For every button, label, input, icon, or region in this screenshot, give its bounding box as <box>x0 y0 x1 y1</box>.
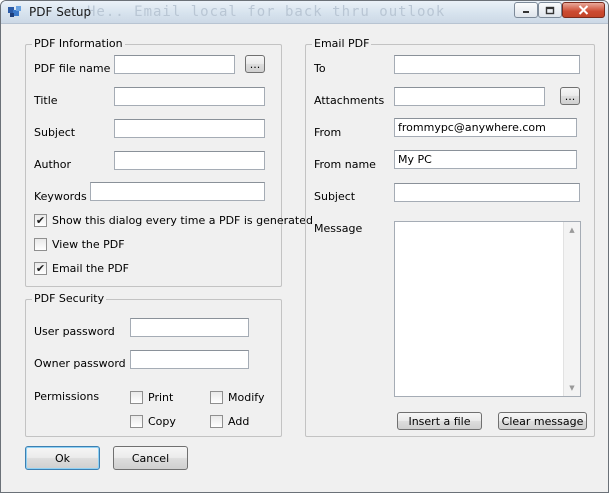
from-name-label: From name <box>314 158 376 171</box>
user-password-label: User password <box>34 325 115 338</box>
background-window-text: He.. Email local for back thru outlook <box>87 4 446 20</box>
attachments-label: Attachments <box>314 94 385 107</box>
subject-label: Subject <box>34 126 76 139</box>
maximize-icon <box>545 6 555 14</box>
keywords-label: Keywords <box>34 190 87 203</box>
from-name-input[interactable] <box>394 150 577 169</box>
keywords-input[interactable] <box>90 182 265 201</box>
to-input[interactable] <box>394 55 580 74</box>
title-input[interactable] <box>114 87 265 106</box>
scroll-up-icon[interactable]: ▲ <box>564 222 580 238</box>
permissions-label: Permissions <box>34 390 100 403</box>
add-checkbox[interactable] <box>210 415 223 428</box>
message-textarea[interactable]: ▲ ▼ <box>394 221 581 397</box>
pdf-file-name-input[interactable] <box>114 55 235 74</box>
user-password-input[interactable] <box>130 318 249 337</box>
message-scrollbar[interactable]: ▲ ▼ <box>563 222 580 396</box>
email-pdf-legend: Email PDF <box>312 37 372 50</box>
modify-checkbox[interactable] <box>210 391 223 404</box>
owner-password-input[interactable] <box>130 350 249 369</box>
add-label[interactable]: Add <box>228 415 249 428</box>
close-button[interactable] <box>562 2 605 18</box>
email-subject-input[interactable] <box>394 183 580 202</box>
print-label[interactable]: Print <box>148 391 173 404</box>
subject-input[interactable] <box>114 119 265 138</box>
pdf-security-legend: PDF Security <box>32 292 107 305</box>
cancel-button[interactable]: Cancel <box>113 446 188 470</box>
ok-button[interactable]: Ok <box>25 446 100 470</box>
minimize-button[interactable] <box>514 2 538 18</box>
view-pdf-checkbox[interactable] <box>34 238 47 251</box>
owner-password-label: Owner password <box>34 357 126 370</box>
close-icon <box>578 5 589 15</box>
message-label: Message <box>314 222 363 235</box>
minimize-icon <box>523 11 529 13</box>
email-pdf-checkbox[interactable]: ✔ <box>34 262 47 275</box>
copy-checkbox[interactable] <box>130 415 143 428</box>
show-dialog-checkbox[interactable]: ✔ <box>34 214 47 227</box>
modify-label[interactable]: Modify <box>228 391 264 404</box>
maximize-button[interactable] <box>538 2 562 18</box>
pdf-information-group: PDF Information PDF file name ... Title … <box>25 37 313 287</box>
attachments-input[interactable] <box>394 87 545 106</box>
from-input[interactable] <box>394 118 577 137</box>
window-title: PDF Setup <box>29 5 92 19</box>
author-label: Author <box>34 158 72 171</box>
from-label: From <box>314 126 342 139</box>
pdf-setup-window: He.. Email local for back thru outlook P… <box>0 0 609 493</box>
title-label: Title <box>34 94 58 107</box>
pdf-information-legend: PDF Information <box>32 37 125 50</box>
email-pdf-label[interactable]: Email the PDF <box>52 262 129 275</box>
insert-file-button[interactable]: Insert a file <box>397 412 482 430</box>
show-dialog-label[interactable]: Show this dialog every time a PDF is gen… <box>52 214 313 227</box>
pdf-file-name-label: PDF file name <box>34 62 111 75</box>
view-pdf-label[interactable]: View the PDF <box>52 238 125 251</box>
print-checkbox[interactable] <box>130 391 143 404</box>
email-pdf-group: Email PDF To Attachments ... From From n… <box>305 37 595 437</box>
scroll-down-icon[interactable]: ▼ <box>564 380 580 396</box>
copy-label[interactable]: Copy <box>148 415 176 428</box>
title-bar[interactable]: He.. Email local for back thru outlook P… <box>1 1 608 24</box>
to-label: To <box>314 62 326 75</box>
browse-pdf-file-button[interactable]: ... <box>245 55 265 73</box>
author-input[interactable] <box>114 151 265 170</box>
pdf-setup-app-icon <box>8 6 21 17</box>
pdf-security-group: PDF Security User password Owner passwor… <box>25 292 282 437</box>
browse-attachments-button[interactable]: ... <box>560 87 580 105</box>
clear-message-button[interactable]: Clear message <box>498 412 587 430</box>
email-subject-label: Subject <box>314 190 356 203</box>
